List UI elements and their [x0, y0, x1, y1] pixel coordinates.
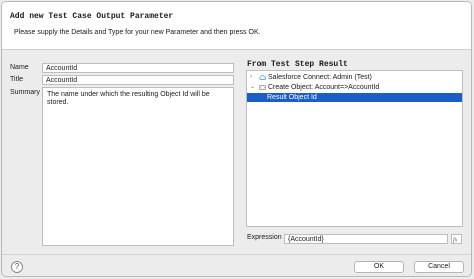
- tree-item-label: Result Object Id: [267, 94, 317, 101]
- help-button[interactable]: ?: [11, 261, 23, 273]
- tree-item-result-object-id[interactable]: Result Object Id: [247, 93, 462, 102]
- name-field[interactable]: AccountId: [42, 63, 234, 73]
- cancel-button[interactable]: Cancel: [414, 261, 464, 273]
- svg-text:fx: fx: [453, 237, 458, 244]
- tree-item-create-object[interactable]: ⌄ Create Object: Account=>AccountId: [247, 83, 462, 92]
- test-step-tree[interactable]: › Salesforce Connect: Admin (Test) ⌄ Cre…: [246, 70, 463, 227]
- expression-label: Expression: [247, 234, 282, 241]
- dialog-window: Add new Test Case Output Parameter Pleas…: [1, 1, 472, 277]
- chevron-down-icon[interactable]: ⌄: [250, 83, 255, 92]
- tree-item-salesforce-connect[interactable]: › Salesforce Connect: Admin (Test): [247, 73, 462, 82]
- object-icon: [259, 85, 266, 90]
- name-label: Name: [10, 64, 29, 71]
- summary-label: Summary: [10, 89, 40, 96]
- title-label: Title: [10, 76, 23, 83]
- dialog-subtitle: Please supply the Details and Type for y…: [14, 29, 261, 36]
- dialog-title: Add new Test Case Output Parameter: [10, 12, 174, 21]
- expression-field[interactable]: {AccountId}: [284, 234, 448, 244]
- footer-divider: [2, 254, 471, 255]
- title-field[interactable]: AccountId: [42, 75, 234, 85]
- dialog-header: Add new Test Case Output Parameter Pleas…: [2, 2, 471, 50]
- summary-field[interactable]: The name under which the resulting Objec…: [42, 87, 234, 246]
- source-heading: From Test Step Result: [247, 60, 348, 69]
- chevron-right-icon[interactable]: ›: [250, 73, 252, 82]
- ok-button[interactable]: OK: [354, 261, 404, 273]
- expression-icon: fx: [453, 237, 458, 244]
- cloud-icon: [259, 75, 266, 80]
- expression-builder-button[interactable]: fx: [451, 234, 462, 244]
- tree-item-label: Create Object: Account=>AccountId: [268, 84, 380, 91]
- tree-item-label: Salesforce Connect: Admin (Test): [268, 74, 372, 81]
